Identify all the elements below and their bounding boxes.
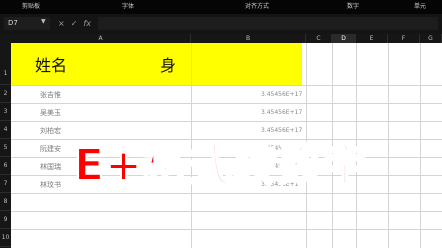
row-header-1[interactable]: 1 [0,43,11,85]
formula-input[interactable] [98,17,438,30]
column-header-f[interactable]: F [388,34,420,43]
formula-bar: D7 ▼ × ✓ fx [0,14,442,34]
ribbon: 剪贴板 字体 对齐方式 数字 单元 [0,0,442,14]
column-header-g[interactable]: G [420,34,442,43]
ribbon-group-font[interactable]: 字体 [122,1,134,10]
row-header-2[interactable]: 2 [0,85,11,103]
column-header-b[interactable]: B [191,34,306,43]
header-name[interactable]: 姓名 [35,52,67,76]
ribbon-group-alignment[interactable]: 对齐方式 [245,1,269,10]
chevron-down-icon[interactable]: ▼ [41,18,46,25]
cell-id[interactable]: 3.45456E+17 [261,109,302,116]
ribbon-group-cells[interactable]: 单元 [414,1,426,10]
overlay-title: E+格式转数字 [73,139,368,192]
row-header-10[interactable]: 10 [0,229,11,247]
ribbon-group-number[interactable]: 数字 [347,1,359,10]
confirm-icon[interactable]: ✓ [71,19,78,28]
column-header-a[interactable]: A [11,34,191,43]
header-id[interactable]: 身 [160,52,176,76]
row-header-3[interactable]: 3 [0,103,11,121]
formula-bar-icons: × ✓ fx [58,17,97,30]
cell-id[interactable]: 3.45456E+17 [261,91,302,98]
cell-name[interactable]: 张吉惟 [40,90,61,100]
column-header-c[interactable]: C [306,34,332,43]
column-header-e[interactable]: E [356,34,388,43]
cancel-icon[interactable]: × [58,19,65,28]
row-header-9[interactable]: 9 [0,211,11,229]
column-header-d[interactable]: D [332,34,356,43]
overlay-title-wrap: E+格式转数字 [0,129,442,193]
cell-name[interactable]: 吴美玉 [40,108,61,118]
fx-icon[interactable]: fx [83,19,91,28]
row-header-8[interactable]: 8 [0,193,11,211]
ribbon-group-clipboard[interactable]: 剪贴板 [22,1,40,10]
